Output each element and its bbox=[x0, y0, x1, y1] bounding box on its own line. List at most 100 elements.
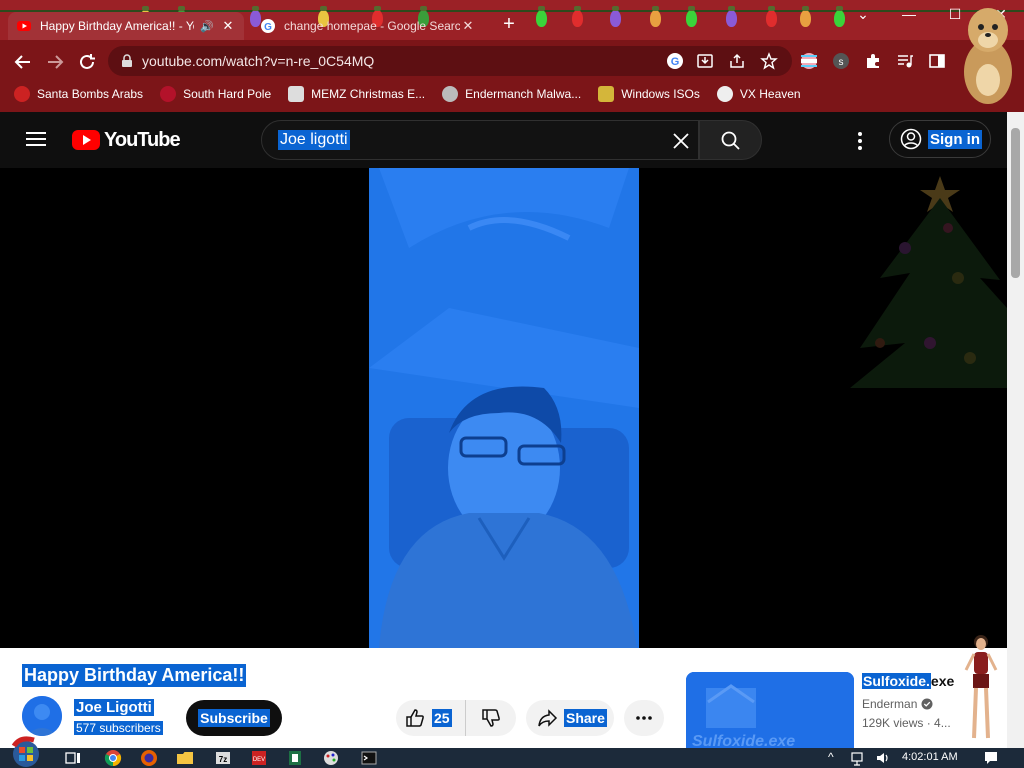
notification-icon[interactable] bbox=[982, 749, 1000, 767]
svg-text:G: G bbox=[264, 22, 272, 33]
youtube-favicon-icon bbox=[17, 21, 31, 31]
sign-in-label: Sign in bbox=[928, 129, 982, 149]
clock[interactable]: 4:02:01 AM bbox=[902, 751, 958, 763]
share-page-icon[interactable] bbox=[728, 52, 746, 70]
recommended-title[interactable]: Sulfoxide.exe bbox=[862, 673, 954, 689]
extensions-puzzle-icon[interactable] bbox=[864, 52, 882, 70]
extension-s-icon[interactable]: s bbox=[832, 52, 850, 70]
speaker-icon[interactable]: 🔊 bbox=[200, 20, 214, 33]
bookmark-memz-christmas[interactable]: MEMZ Christmas E... bbox=[288, 86, 425, 102]
video-content-image bbox=[369, 168, 639, 648]
media-control-icon[interactable] bbox=[896, 52, 914, 70]
google-favicon-icon: G bbox=[261, 19, 275, 33]
subscribe-button[interactable]: Subscribe bbox=[186, 700, 282, 736]
tab-close-icon[interactable]: ✕ bbox=[220, 18, 236, 34]
bookmark-santa-bombs-arabs[interactable]: Santa Bombs Arabs bbox=[14, 86, 143, 102]
svg-text:7z: 7z bbox=[219, 755, 227, 764]
tab-close-icon[interactable]: ✕ bbox=[460, 18, 476, 34]
search-input[interactable]: Joe ligotti bbox=[261, 120, 699, 160]
folder-icon[interactable] bbox=[176, 749, 194, 767]
subscriber-count: 577 subscribers bbox=[74, 721, 163, 735]
verified-check-icon bbox=[921, 698, 933, 710]
youtube-play-icon bbox=[72, 130, 100, 150]
bookmarks-bar: Santa Bombs Arabs South Hard Pole MEMZ C… bbox=[0, 80, 1024, 108]
youtube-wordmark: YouTube bbox=[104, 128, 181, 151]
tab-title: Happy Birthday America!! - YouTube bbox=[40, 19, 194, 33]
tab-youtube[interactable]: Happy Birthday America!! - YouTube 🔊 ✕ bbox=[8, 12, 244, 40]
paint-icon[interactable] bbox=[322, 749, 340, 767]
santa-icon bbox=[14, 86, 30, 102]
svg-text:G: G bbox=[671, 56, 680, 68]
minimize-icon[interactable]: — bbox=[894, 6, 924, 22]
chrome-icon[interactable] bbox=[104, 749, 122, 767]
tab-search-chevron-icon[interactable]: ⌄ bbox=[848, 6, 878, 23]
firefox-icon[interactable] bbox=[140, 749, 158, 767]
bookmark-windows-isos[interactable]: Windows ISOs bbox=[598, 86, 700, 102]
bookmark-star-icon[interactable] bbox=[760, 52, 778, 70]
malware-icon[interactable]: DEV bbox=[250, 749, 268, 767]
channel-avatar[interactable] bbox=[22, 696, 62, 736]
more-options-icon[interactable] bbox=[850, 131, 870, 151]
video-title: Happy Birthday America!! bbox=[22, 664, 247, 687]
volume-icon[interactable] bbox=[874, 749, 892, 767]
thumbs-up-icon bbox=[406, 709, 424, 727]
tab-google-search[interactable]: G change homepae - Google Search ✕ bbox=[252, 12, 484, 40]
7zip-icon[interactable]: 7z bbox=[214, 749, 232, 767]
horizontal-dots-icon bbox=[636, 716, 652, 720]
address-bar[interactable]: youtube.com/watch?v=n-re_0C54MQ bbox=[108, 46, 792, 76]
subscribe-label: Subscribe bbox=[198, 709, 270, 727]
side-panel-icon[interactable] bbox=[928, 52, 946, 70]
windows-icon bbox=[598, 86, 615, 102]
svg-text:s: s bbox=[839, 57, 844, 68]
scrollbar-thumb[interactable] bbox=[1011, 128, 1020, 278]
youtube-header: YouTube Joe ligotti Sign in bbox=[0, 112, 1007, 168]
christmas-tree-icon bbox=[850, 176, 1007, 388]
like-count: 25 bbox=[432, 709, 452, 727]
channel-name[interactable]: Joe Ligotti bbox=[74, 699, 154, 716]
sign-in-button[interactable]: Sign in bbox=[889, 120, 991, 158]
profile-flag-icon[interactable] bbox=[800, 52, 818, 70]
video-player[interactable] bbox=[0, 168, 1007, 648]
reload-icon[interactable] bbox=[76, 51, 98, 73]
network-icon[interactable] bbox=[850, 749, 868, 767]
recommended-thumbnail[interactable]: Sulfoxide.exe bbox=[686, 672, 854, 748]
video-frame[interactable] bbox=[369, 168, 639, 648]
new-tab-button[interactable]: + bbox=[498, 14, 520, 36]
forward-arrow-icon[interactable] bbox=[44, 51, 66, 73]
search-query: Joe ligotti bbox=[278, 130, 350, 150]
youtube-logo[interactable]: YouTube bbox=[72, 128, 181, 152]
browser-toolbar: youtube.com/watch?v=n-re_0C54MQ G s bbox=[0, 42, 1024, 80]
like-button[interactable]: 25 bbox=[396, 700, 466, 736]
browser-frame: Happy Birthday America!! - YouTube 🔊 ✕ G… bbox=[0, 0, 1024, 112]
search-button[interactable] bbox=[699, 120, 762, 160]
share-arrow-icon bbox=[538, 709, 558, 727]
hamburger-menu-icon[interactable] bbox=[26, 131, 46, 147]
start-orb-icon[interactable] bbox=[8, 736, 44, 768]
page-scrollbar[interactable] bbox=[1007, 112, 1024, 748]
tray-expand-icon[interactable]: ^ bbox=[828, 750, 834, 764]
enderman-icon bbox=[442, 86, 459, 102]
like-dislike-group: 25 bbox=[396, 700, 516, 736]
snowflake-icon bbox=[160, 86, 177, 102]
search-icon bbox=[721, 131, 740, 150]
thumbnail-text: Sulfoxide.exe bbox=[692, 733, 795, 748]
task-view-icon[interactable] bbox=[64, 749, 82, 767]
share-label: Share bbox=[564, 709, 607, 727]
thumbs-down-icon bbox=[482, 709, 500, 727]
clear-search-icon[interactable] bbox=[670, 130, 692, 152]
dislike-button[interactable] bbox=[466, 700, 516, 736]
bookmark-vx-heaven[interactable]: VX Heaven bbox=[716, 86, 801, 102]
excel-icon[interactable] bbox=[286, 749, 304, 767]
google-lens-icon[interactable]: G bbox=[666, 52, 684, 70]
back-arrow-icon[interactable] bbox=[12, 51, 34, 73]
share-button[interactable]: Share bbox=[526, 700, 614, 736]
more-actions-button[interactable] bbox=[624, 700, 664, 736]
lock-icon[interactable] bbox=[120, 54, 134, 68]
tab-title: change homepae - Google Search bbox=[284, 19, 460, 33]
install-app-icon[interactable] bbox=[696, 52, 714, 70]
vx-icon bbox=[716, 86, 733, 102]
bookmark-south-hard-pole[interactable]: South Hard Pole bbox=[160, 86, 271, 102]
bookmark-endermanch-malware[interactable]: Endermanch Malwa... bbox=[442, 86, 581, 102]
cmd-icon[interactable] bbox=[360, 749, 378, 767]
recommended-channel[interactable]: Enderman bbox=[862, 697, 933, 711]
